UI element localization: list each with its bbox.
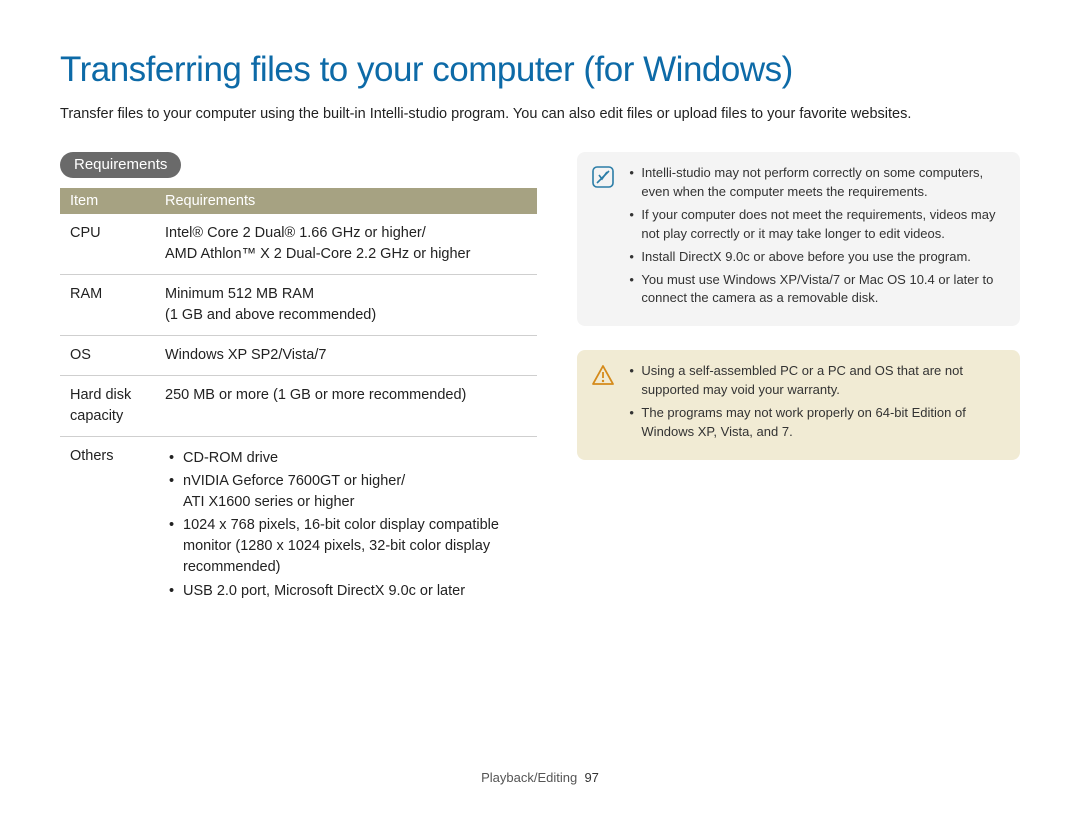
table-header-item: Item xyxy=(60,188,155,214)
list-item: 1024 x 768 pixels, 16-bit color display … xyxy=(169,515,527,578)
content-columns: Requirements Item Requirements CPU Intel… xyxy=(60,152,1020,612)
cell-label: CPU xyxy=(60,214,155,275)
footer-page-number: 97 xyxy=(584,770,598,785)
cell-label: Hard disk capacity xyxy=(60,376,155,437)
list-item: You must use Windows XP/Vista/7 or Mac O… xyxy=(629,271,1004,309)
cell-value: CD-ROM drive nVIDIA Geforce 7600GT or hi… xyxy=(155,437,537,613)
cell-label: Others xyxy=(60,437,155,613)
cell-value: 250 MB or more (1 GB or more recommended… xyxy=(155,376,537,437)
cell-value: Minimum 512 MB RAM (1 GB and above recom… xyxy=(155,275,537,336)
list-item: Install DirectX 9.0c or above before you… xyxy=(629,248,1004,267)
note-icon xyxy=(591,164,615,312)
info-note-box: Intelli-studio may not perform correctly… xyxy=(577,152,1020,326)
list-item: CD-ROM drive xyxy=(169,448,527,469)
list-item: The programs may not work properly on 64… xyxy=(629,404,1004,442)
cell-value: Intel® Core 2 Dual® 1.66 GHz or higher/ … xyxy=(155,214,537,275)
page-title: Transferring files to your computer (for… xyxy=(60,50,1020,90)
list-item: If your computer does not meet the requi… xyxy=(629,206,1004,244)
list-item: Using a self-assembled PC or a PC and OS… xyxy=(629,362,1004,400)
footer-section: Playback/Editing xyxy=(481,770,577,785)
list-item: USB 2.0 port, Microsoft DirectX 9.0c or … xyxy=(169,581,527,602)
table-row: CPU Intel® Core 2 Dual® 1.66 GHz or high… xyxy=(60,214,537,275)
warning-note-list: Using a self-assembled PC or a PC and OS… xyxy=(629,362,1004,445)
others-list: CD-ROM drive nVIDIA Geforce 7600GT or hi… xyxy=(165,448,527,601)
list-item: Intelli-studio may not perform correctly… xyxy=(629,164,1004,202)
warning-note-box: Using a self-assembled PC or a PC and OS… xyxy=(577,350,1020,459)
info-note-list: Intelli-studio may not perform correctly… xyxy=(629,164,1004,312)
cell-value: Windows XP SP2/Vista/7 xyxy=(155,336,537,376)
right-column: Intelli-studio may not perform correctly… xyxy=(577,152,1020,459)
cell-label: RAM xyxy=(60,275,155,336)
table-row: OS Windows XP SP2/Vista/7 xyxy=(60,336,537,376)
document-page: Transferring files to your computer (for… xyxy=(0,0,1080,815)
left-column: Requirements Item Requirements CPU Intel… xyxy=(60,152,537,612)
list-item: nVIDIA Geforce 7600GT or higher/ ATI X16… xyxy=(169,471,527,513)
table-header-req: Requirements xyxy=(155,188,537,214)
table-row: Others CD-ROM drive nVIDIA Geforce 7600G… xyxy=(60,437,537,613)
table-row: Hard disk capacity 250 MB or more (1 GB … xyxy=(60,376,537,437)
cell-label: OS xyxy=(60,336,155,376)
warning-icon xyxy=(591,362,615,445)
requirements-table: Item Requirements CPU Intel® Core 2 Dual… xyxy=(60,188,537,612)
intro-paragraph: Transfer files to your computer using th… xyxy=(60,104,1020,124)
requirements-heading: Requirements xyxy=(60,152,181,178)
page-footer: Playback/Editing 97 xyxy=(0,770,1080,785)
table-row: RAM Minimum 512 MB RAM (1 GB and above r… xyxy=(60,275,537,336)
